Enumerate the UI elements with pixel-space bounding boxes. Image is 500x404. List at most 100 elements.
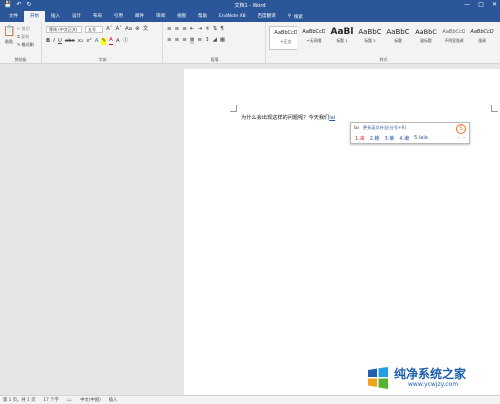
clipboard-group: 📋 粘贴 ✂ 剪切 ⧉ 复制 ✎ 格式刷 剪贴板 bbox=[0, 22, 42, 64]
tell-me-label: 搜索 bbox=[293, 14, 303, 20]
text-effects-icon[interactable]: A bbox=[95, 38, 99, 45]
brush-icon: ✎ bbox=[17, 42, 21, 47]
tab-insert[interactable]: 插入 bbox=[45, 11, 66, 22]
numbering-icon[interactable]: ≡ bbox=[175, 26, 180, 33]
bold-icon[interactable]: B bbox=[46, 38, 50, 45]
justify-icon[interactable]: ≡ bbox=[189, 37, 195, 44]
ime-hint[interactable]: 更多英文补全(分号+R) bbox=[363, 125, 406, 131]
bullets-icon[interactable]: ≡ bbox=[167, 26, 172, 33]
font-color-icon[interactable]: A bbox=[109, 37, 113, 45]
tab-endnote[interactable]: EndNote X8 bbox=[213, 11, 252, 22]
character-shading-icon[interactable]: A bbox=[116, 38, 120, 45]
highlight-icon[interactable]: ✎ bbox=[101, 37, 107, 45]
tab-review[interactable]: 审阅 bbox=[150, 11, 171, 22]
align-right-icon[interactable]: ≡ bbox=[182, 37, 187, 44]
copy-label: 复制 bbox=[21, 34, 30, 39]
align-center-icon[interactable]: ≡ bbox=[175, 37, 180, 44]
cut-label: 剪切 bbox=[21, 26, 30, 31]
copy-button[interactable]: ⧉ 复制 bbox=[17, 33, 34, 41]
shrink-font-icon[interactable]: Aˇ bbox=[116, 26, 123, 33]
clipboard-group-label: 剪贴板 bbox=[14, 57, 27, 62]
styles-group: AaBbCcD ↵正文 AaBbCcD ↵无间隔 AaBl 标题 1 AaBbC… bbox=[267, 22, 500, 64]
tab-file[interactable]: 文件 bbox=[3, 11, 24, 22]
line-spacing-icon[interactable]: ↕ bbox=[205, 37, 210, 44]
font-group-label: 字体 bbox=[98, 57, 107, 62]
grow-font-icon[interactable]: Aˆ bbox=[106, 26, 113, 33]
page-count[interactable]: 第 1 页，共 1 页 bbox=[3, 397, 35, 403]
ime-composition: lai bbox=[329, 115, 336, 121]
tab-view[interactable]: 视图 bbox=[171, 11, 192, 22]
change-case-icon[interactable]: Aa bbox=[125, 26, 132, 33]
clear-format-icon[interactable]: ⊗ bbox=[135, 26, 140, 33]
ime-prev-page-icon[interactable]: ‹ bbox=[458, 135, 460, 141]
phonetic-guide-icon[interactable]: 文 bbox=[143, 26, 149, 33]
font-name-select[interactable]: 等线 (中文正文) bbox=[46, 26, 82, 33]
site-watermark: 纯净系统之家 www.ycwjzy.com bbox=[365, 365, 466, 391]
decrease-indent-icon[interactable]: ⇤ bbox=[190, 26, 195, 33]
title-bar: 💾 ↶ ↻ 文档1 - Word — □ ✕ bbox=[0, 0, 500, 11]
language-indicator[interactable]: 中文(中国) bbox=[80, 397, 101, 403]
show-marks-icon[interactable]: ¶ bbox=[220, 26, 224, 33]
tab-baidu-translate[interactable]: 百度翻译 bbox=[252, 11, 282, 22]
font-group: 等线 (中文正文) 五号 Aˆ Aˇ Aa ⊗ 文 B I U abc x₂ x… bbox=[43, 22, 163, 64]
styles-group-label: 样式 bbox=[379, 57, 388, 62]
tab-mailings[interactable]: 邮件 bbox=[129, 11, 150, 22]
tab-design[interactable]: 设计 bbox=[66, 11, 87, 22]
ime-composition-display: lai bbox=[354, 125, 359, 130]
strikethrough-icon[interactable]: abc bbox=[65, 38, 75, 45]
ime-candidate[interactable]: 2.赖 bbox=[370, 135, 380, 142]
word-count[interactable]: 17 个字 bbox=[43, 397, 58, 403]
copy-icon: ⧉ bbox=[17, 34, 20, 39]
ribbon: 📋 粘贴 ✂ 剪切 ⧉ 复制 ✎ 格式刷 剪贴板 等线 (中文正文) 五号 Aˆ… bbox=[0, 22, 500, 64]
tab-layout[interactable]: 布局 bbox=[87, 11, 108, 22]
proofing-icon[interactable]: 📖 bbox=[67, 398, 72, 403]
margin-mark bbox=[230, 105, 237, 112]
ime-candidate[interactable]: 4.濑 bbox=[399, 135, 409, 142]
paragraph-group-label: 段落 bbox=[210, 57, 219, 62]
style-preview: AaBbCcD bbox=[470, 29, 494, 35]
paste-button[interactable]: 📋 粘贴 bbox=[3, 25, 15, 45]
tab-help[interactable]: 帮助 bbox=[192, 11, 213, 22]
ime-candidate[interactable]: 1.来 bbox=[355, 135, 365, 142]
chinese-layout-icon[interactable]: ✳ bbox=[205, 26, 210, 33]
watermark-title: 纯净系统之家 bbox=[394, 367, 467, 381]
status-bar: 第 1 页，共 1 页 17 个字 📖 中文(中国) 插入 bbox=[0, 395, 500, 404]
ime-candidate[interactable]: 3.莱 bbox=[385, 135, 395, 142]
multilevel-list-icon[interactable]: ≡ bbox=[182, 26, 187, 33]
distributed-icon[interactable]: ≡ bbox=[197, 37, 202, 44]
window-controls: — □ ✕ bbox=[464, 1, 497, 8]
ribbon-tabs: 文件 开始 插入 设计 布局 引用 邮件 审阅 视图 帮助 EndNote X8… bbox=[0, 11, 500, 22]
enclose-character-icon[interactable]: Ⓘ bbox=[123, 38, 129, 45]
borders-icon[interactable]: ▦ bbox=[220, 37, 225, 44]
style-name: 强调 bbox=[478, 38, 486, 43]
document-page[interactable] bbox=[184, 69, 500, 395]
tell-me-box[interactable]: ⚲ 搜索 bbox=[288, 14, 303, 20]
minimize-icon[interactable]: — bbox=[464, 1, 470, 8]
close-icon[interactable]: ✕ bbox=[492, 1, 497, 8]
italic-icon[interactable]: I bbox=[53, 38, 55, 45]
superscript-icon[interactable]: x² bbox=[86, 38, 91, 45]
ime-candidate-window[interactable]: lai 更多英文补全(分号+R) S 1.来 2.赖 3.莱 4.濑 5.lal… bbox=[350, 122, 470, 144]
format-painter-label: 格式刷 bbox=[21, 42, 34, 47]
tab-home[interactable]: 开始 bbox=[24, 11, 45, 22]
sort-icon[interactable]: ⇅ bbox=[213, 26, 218, 33]
document-text[interactable]: 为什么会出现这样的问题呢？今天我们lai bbox=[241, 114, 335, 121]
increase-indent-icon[interactable]: ⇥ bbox=[197, 26, 202, 33]
style-emphasis[interactable]: AaBbCcD 强调 bbox=[465, 26, 499, 50]
font-size-select[interactable]: 五号 bbox=[85, 26, 103, 33]
paragraph-text: 为什么会出现这样的问题呢？今天我们 bbox=[241, 115, 330, 121]
align-left-icon[interactable]: ≡ bbox=[167, 37, 172, 44]
paste-label: 粘贴 bbox=[5, 39, 13, 44]
scissors-icon: ✂ bbox=[17, 26, 21, 31]
ime-next-page-icon[interactable]: › bbox=[463, 135, 465, 141]
maximize-icon[interactable]: □ bbox=[478, 1, 484, 8]
shading-icon[interactable]: ◢ bbox=[213, 37, 217, 44]
sogou-logo-icon: S bbox=[456, 124, 466, 134]
format-painter-button[interactable]: ✎ 格式刷 bbox=[17, 41, 34, 49]
insert-mode[interactable]: 插入 bbox=[109, 397, 118, 403]
subscript-icon[interactable]: x₂ bbox=[78, 38, 83, 45]
underline-icon[interactable]: U bbox=[58, 38, 62, 45]
cut-button[interactable]: ✂ 剪切 bbox=[17, 25, 34, 33]
ime-candidate[interactable]: 5.lala bbox=[414, 135, 428, 142]
tab-references[interactable]: 引用 bbox=[108, 11, 129, 22]
